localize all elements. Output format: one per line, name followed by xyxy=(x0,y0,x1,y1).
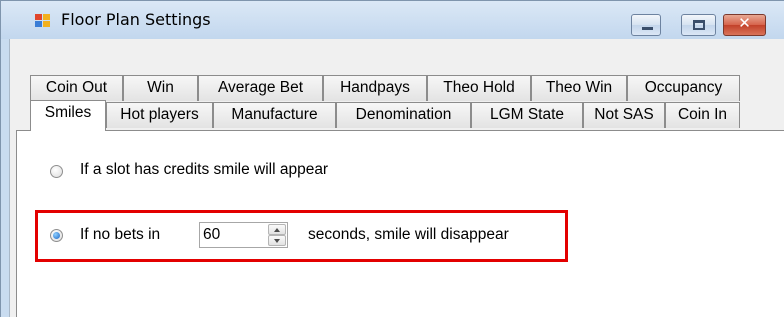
tab-handpays[interactable]: Handpays xyxy=(323,75,427,101)
tab-occupancy[interactable]: Occupancy xyxy=(627,75,740,101)
title-bar[interactable]: Floor Plan Settings ✕ xyxy=(1,1,784,39)
floor-plan-settings-window: Floor Plan Settings ✕ Coin Out Win Avera… xyxy=(0,0,784,317)
tab-win[interactable]: Win xyxy=(123,75,198,101)
tab-average-bet[interactable]: Average Bet xyxy=(198,75,323,101)
close-icon: ✕ xyxy=(738,14,751,32)
close-button[interactable]: ✕ xyxy=(723,14,766,36)
tab-row-1: Coin Out Win Average Bet Handpays Theo H… xyxy=(10,75,784,101)
credits-smile-radio[interactable] xyxy=(50,165,63,178)
tab-row-2: Smiles Hot players Manufacture Denominat… xyxy=(10,100,784,131)
tab-smiles[interactable]: Smiles xyxy=(30,100,106,131)
tab-denomination[interactable]: Denomination xyxy=(336,102,471,128)
tab-theo-hold[interactable]: Theo Hold xyxy=(427,75,531,101)
tab-lgm-state[interactable]: LGM State xyxy=(471,102,583,128)
tab-coin-in[interactable]: Coin In xyxy=(665,102,740,128)
minimize-button[interactable] xyxy=(631,14,661,36)
maximize-icon xyxy=(693,20,705,30)
window-title: Floor Plan Settings xyxy=(61,10,211,29)
maximize-button[interactable] xyxy=(681,14,716,36)
tab-hot-players[interactable]: Hot players xyxy=(106,102,213,128)
tab-theo-win[interactable]: Theo Win xyxy=(531,75,627,101)
tab-coin-out[interactable]: Coin Out xyxy=(30,75,123,101)
tab-not-sas[interactable]: Not SAS xyxy=(583,102,665,128)
floor-plan-app-icon xyxy=(35,14,51,28)
credits-smile-label: If a slot has credits smile will appear xyxy=(80,161,329,178)
highlight-box xyxy=(35,210,568,262)
minimize-icon xyxy=(642,27,653,30)
tab-manufacture[interactable]: Manufacture xyxy=(213,102,336,128)
